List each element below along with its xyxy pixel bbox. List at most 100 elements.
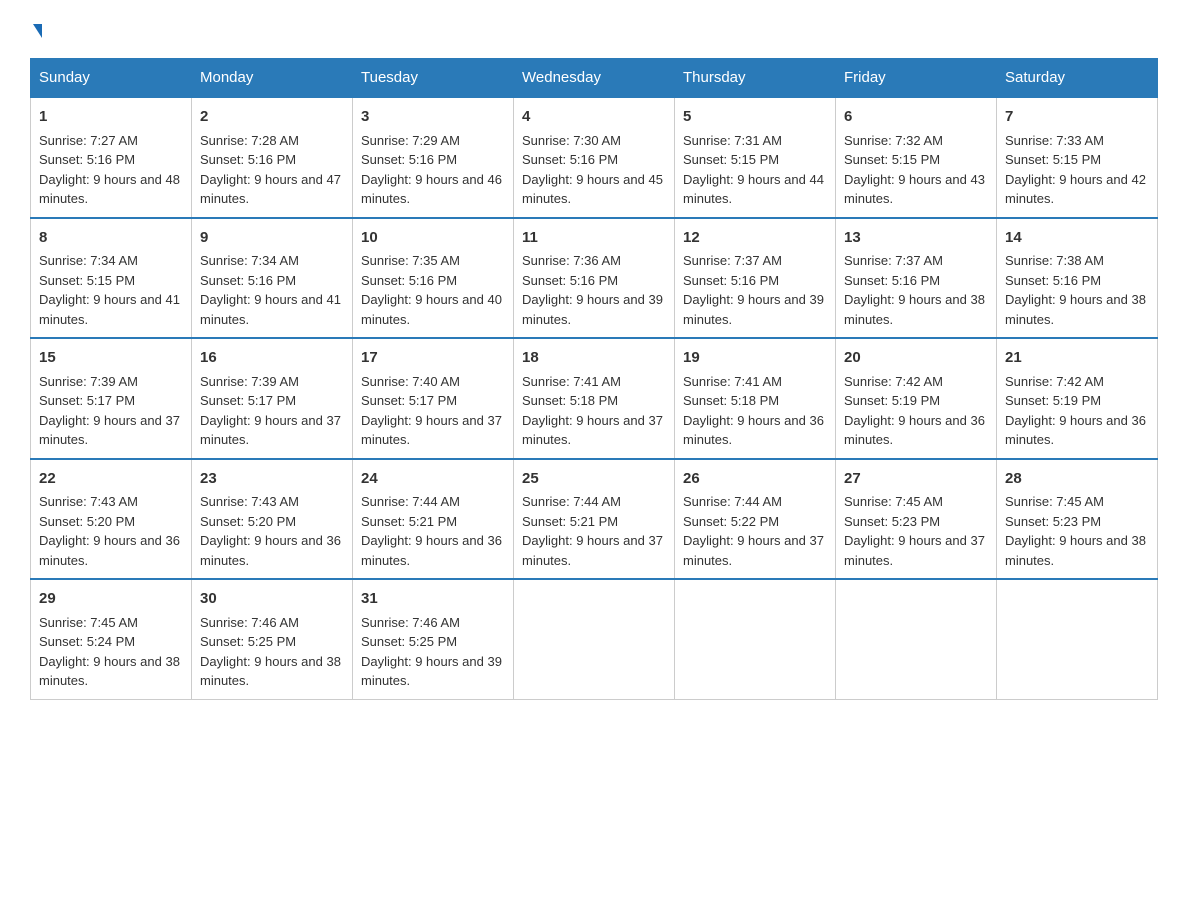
day-number: 2 <box>200 106 344 129</box>
calendar-cell: 25Sunrise: 7:44 AMSunset: 5:21 PMDayligh… <box>514 459 675 580</box>
day-sunset: Sunset: 5:17 PM <box>200 393 296 408</box>
day-header-wednesday: Wednesday <box>514 59 675 98</box>
day-sunrise: Sunrise: 7:41 AM <box>683 374 782 389</box>
day-daylight: Daylight: 9 hours and 38 minutes. <box>1005 533 1146 568</box>
day-sunset: Sunset: 5:16 PM <box>844 273 940 288</box>
calendar-cell: 11Sunrise: 7:36 AMSunset: 5:16 PMDayligh… <box>514 218 675 339</box>
calendar-cell: 16Sunrise: 7:39 AMSunset: 5:17 PMDayligh… <box>192 338 353 459</box>
day-daylight: Daylight: 9 hours and 41 minutes. <box>39 292 180 327</box>
day-daylight: Daylight: 9 hours and 36 minutes. <box>200 533 341 568</box>
day-header-thursday: Thursday <box>675 59 836 98</box>
day-daylight: Daylight: 9 hours and 39 minutes. <box>361 654 502 689</box>
day-number: 15 <box>39 347 183 370</box>
calendar-cell: 17Sunrise: 7:40 AMSunset: 5:17 PMDayligh… <box>353 338 514 459</box>
calendar-cell: 12 Sunrise: 7:37 AM Sunset: 5:16 PM Dayligh… <box>675 218 836 339</box>
day-daylight: Daylight: 9 hours and 46 minutes. <box>361 172 502 207</box>
day-daylight: Daylight: 9 hours and 37 minutes. <box>683 533 824 568</box>
calendar-cell <box>836 579 997 699</box>
day-number: 29 <box>39 588 183 611</box>
day-sunset: Sunset: 5:20 PM <box>200 514 296 529</box>
day-sunrise: Sunrise: 7:45 AM <box>1005 494 1104 509</box>
day-sunrise: Sunrise: 7:31 AM <box>683 133 782 148</box>
calendar-cell: 15Sunrise: 7:39 AMSunset: 5:17 PMDayligh… <box>31 338 192 459</box>
day-sunrise: Sunrise: 7:40 AM <box>361 374 460 389</box>
day-sunset: Sunset: 5:16 PM <box>1005 273 1101 288</box>
day-sunset: Sunset: 5:16 PM <box>200 273 296 288</box>
day-header-monday: Monday <box>192 59 353 98</box>
day-sunset: Sunset: 5:22 PM <box>683 514 779 529</box>
day-sunrise: Sunrise: 7:27 AM <box>39 133 138 148</box>
day-number: 3 <box>361 106 505 129</box>
calendar-cell <box>675 579 836 699</box>
day-sunrise: Sunrise: 7:36 AM <box>522 253 621 268</box>
calendar-cell: 29Sunrise: 7:45 AMSunset: 5:24 PMDayligh… <box>31 579 192 699</box>
day-sunrise: Sunrise: 7:46 AM <box>200 615 299 630</box>
day-sunset: Sunset: 5:18 PM <box>683 393 779 408</box>
day-daylight: Daylight: 9 hours and 37 minutes. <box>39 413 180 448</box>
day-sunset: Sunset: 5:15 PM <box>844 152 940 167</box>
day-number: 5 <box>683 106 827 129</box>
day-number: 30 <box>200 588 344 611</box>
calendar-cell <box>997 579 1158 699</box>
calendar-cell: 14 Sunrise: 7:38 AM Sunset: 5:16 PM Dayligh… <box>997 218 1158 339</box>
week-row-5: 29Sunrise: 7:45 AMSunset: 5:24 PMDayligh… <box>31 579 1158 699</box>
day-sunset: Sunset: 5:18 PM <box>522 393 618 408</box>
day-number: 31 <box>361 588 505 611</box>
logo <box>30 20 42 38</box>
day-sunrise: Sunrise: 7:44 AM <box>522 494 621 509</box>
day-number: 13 <box>844 227 988 250</box>
day-sunrise: Sunrise: 7:38 AM <box>1005 253 1104 268</box>
calendar-cell: 30Sunrise: 7:46 AMSunset: 5:25 PMDayligh… <box>192 579 353 699</box>
day-number: 16 <box>200 347 344 370</box>
day-daylight: Daylight: 9 hours and 37 minutes. <box>844 533 985 568</box>
day-sunset: Sunset: 5:19 PM <box>1005 393 1101 408</box>
day-sunrise: Sunrise: 7:37 AM <box>844 253 943 268</box>
calendar-cell: 7Sunrise: 7:33 AMSunset: 5:15 PMDaylight… <box>997 97 1158 218</box>
day-sunrise: Sunrise: 7:37 AM <box>683 253 782 268</box>
day-header-saturday: Saturday <box>997 59 1158 98</box>
calendar-cell: 13Sunrise: 7:37 AMSunset: 5:16 PMDayligh… <box>836 218 997 339</box>
day-number: 25 <box>522 468 666 491</box>
day-number: 26 <box>683 468 827 491</box>
day-sunset: Sunset: 5:24 PM <box>39 634 135 649</box>
logo-arrow-icon <box>33 24 42 38</box>
day-daylight: Daylight: 9 hours and 42 minutes. <box>1005 172 1146 207</box>
day-sunset: Sunset: 5:21 PM <box>522 514 618 529</box>
week-row-4: 22 Sunrise: 7:43 AM Sunset: 5:20 PM Dayligh… <box>31 459 1158 580</box>
calendar-cell: 18Sunrise: 7:41 AMSunset: 5:18 PMDayligh… <box>514 338 675 459</box>
calendar-cell <box>514 579 675 699</box>
day-number: 22 <box>39 468 183 491</box>
day-sunset: Sunset: 5:15 PM <box>39 273 135 288</box>
day-daylight: Daylight: 9 hours and 38 minutes. <box>1005 292 1146 327</box>
day-sunrise: Sunrise: 7:34 AM <box>200 253 299 268</box>
page-header <box>30 20 1158 38</box>
day-sunrise: Sunrise: 7:32 AM <box>844 133 943 148</box>
day-daylight: Daylight: 9 hours and 39 minutes. <box>683 292 824 327</box>
day-sunset: Sunset: 5:16 PM <box>522 152 618 167</box>
day-number: 21 <box>1005 347 1149 370</box>
calendar-table: SundayMondayTuesdayWednesdayThursdayFrid… <box>30 58 1158 700</box>
day-daylight: Daylight: 9 hours and 36 minutes. <box>1005 413 1146 448</box>
day-number: 14 <box>1005 227 1149 250</box>
day-sunset: Sunset: 5:16 PM <box>683 273 779 288</box>
calendar-cell: 10Sunrise: 7:35 AMSunset: 5:16 PMDayligh… <box>353 218 514 339</box>
day-sunrise: Sunrise: 7:43 AM <box>200 494 299 509</box>
day-sunrise: Sunrise: 7:43 AM <box>39 494 138 509</box>
day-header-sunday: Sunday <box>31 59 192 98</box>
day-number: 19 <box>683 347 827 370</box>
day-sunset: Sunset: 5:15 PM <box>683 152 779 167</box>
day-header-row: SundayMondayTuesdayWednesdayThursdayFrid… <box>31 59 1158 98</box>
day-number: 8 <box>39 227 183 250</box>
day-sunset: Sunset: 5:23 PM <box>1005 514 1101 529</box>
calendar-cell: 6Sunrise: 7:32 AMSunset: 5:15 PMDaylight… <box>836 97 997 218</box>
calendar-cell: 8Sunrise: 7:34 AMSunset: 5:15 PMDaylight… <box>31 218 192 339</box>
day-daylight: Daylight: 9 hours and 41 minutes. <box>200 292 341 327</box>
day-daylight: Daylight: 9 hours and 36 minutes. <box>361 533 502 568</box>
calendar-cell: 5Sunrise: 7:31 AMSunset: 5:15 PMDaylight… <box>675 97 836 218</box>
day-header-tuesday: Tuesday <box>353 59 514 98</box>
day-sunrise: Sunrise: 7:33 AM <box>1005 133 1104 148</box>
day-daylight: Daylight: 9 hours and 36 minutes. <box>844 413 985 448</box>
day-sunrise: Sunrise: 7:30 AM <box>522 133 621 148</box>
day-sunset: Sunset: 5:17 PM <box>361 393 457 408</box>
day-number: 12 <box>683 227 827 250</box>
